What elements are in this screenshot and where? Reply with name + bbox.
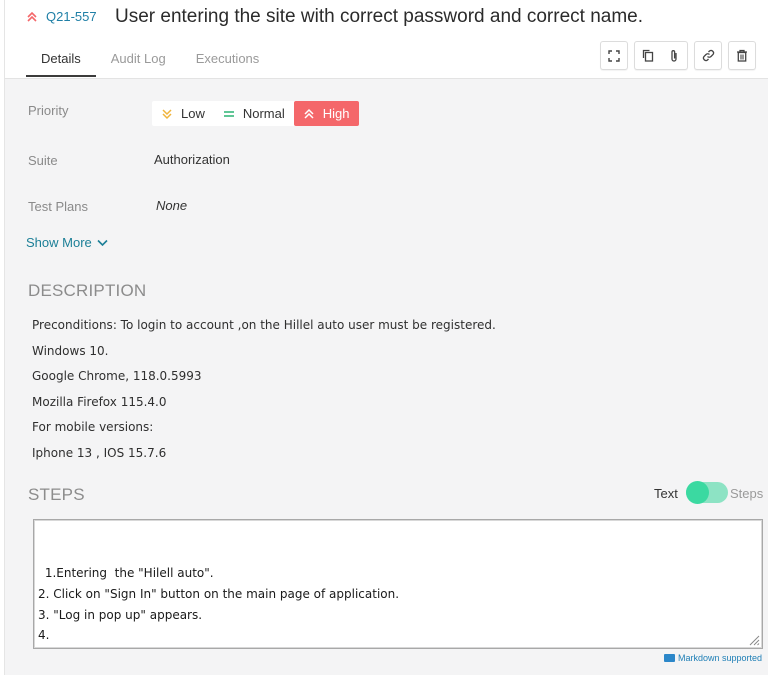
priority-low-option[interactable]: Low	[152, 101, 214, 126]
double-chevron-up-icon	[27, 11, 37, 22]
suite-label: Suite	[28, 153, 58, 168]
description-line: Iphone 13 , IOS 15.7.6	[32, 446, 167, 460]
markdown-supported-link[interactable]: Markdown supported	[663, 653, 762, 663]
toggle-knob	[686, 481, 709, 504]
tab-audit-log[interactable]: Audit Log	[96, 46, 181, 76]
delete-icon	[737, 49, 747, 62]
chevron-down-double-icon	[162, 108, 172, 119]
copy-attach-group	[634, 41, 688, 70]
attach-button[interactable]	[661, 42, 687, 69]
show-more-label: Show More	[26, 235, 92, 250]
markdown-supported-label: Markdown supported	[677, 653, 762, 663]
description-line: Windows 10.	[32, 344, 109, 358]
priority-high-option[interactable]: High	[293, 101, 359, 126]
issue-title[interactable]: User entering the site with correct pass…	[115, 6, 643, 28]
equals-icon	[223, 110, 234, 117]
step-line: 1.Entering the "Hilell auto".	[41, 566, 214, 580]
header: Q21-557 User entering the site with corr…	[5, 0, 768, 79]
test-plans-label: Test Plans	[28, 199, 88, 214]
description-line: Google Chrome, 118.0.5993	[32, 369, 202, 383]
description-line: Preconditions: To login to account ,on t…	[32, 318, 496, 332]
step-line: 3. "Log in pop up" appears.	[38, 608, 203, 622]
toggle-steps-label[interactable]: Steps	[730, 486, 763, 501]
steps-textarea[interactable]: 1.Entering the "Hilell auto". 2. Click o…	[33, 519, 763, 649]
step-line: 4.	[38, 628, 50, 642]
show-more-link[interactable]: Show More	[26, 235, 108, 250]
issue-key[interactable]: Q21-557	[46, 9, 97, 24]
priority-low-label: Low	[181, 106, 205, 121]
copy-button[interactable]	[635, 42, 661, 69]
chevron-up-double-icon	[304, 108, 314, 119]
suite-value[interactable]: Authorization	[154, 152, 230, 167]
test-case-panel: Q21-557 User entering the site with corr…	[4, 0, 768, 675]
tab-executions[interactable]: Executions	[181, 46, 275, 76]
steps-heading: STEPS	[28, 485, 85, 504]
tab-bar: Details Audit Log Executions	[26, 46, 274, 78]
tab-details[interactable]: Details	[26, 46, 96, 77]
priority-selector: Low Normal High	[152, 101, 359, 126]
attach-icon	[671, 49, 677, 62]
priority-label: Priority	[28, 103, 69, 118]
delete-button[interactable]	[728, 41, 756, 70]
priority-high-label: High	[322, 106, 350, 121]
description-heading: DESCRIPTION	[28, 281, 147, 300]
priority-normal-label: Normal	[242, 106, 285, 121]
text-steps-toggle[interactable]	[686, 481, 728, 504]
link-icon	[702, 49, 714, 62]
markdown-icon	[663, 654, 675, 662]
test-plans-value[interactable]: None	[156, 198, 187, 213]
copy-icon	[642, 49, 654, 62]
expand-icon	[608, 49, 620, 62]
priority-normal-option[interactable]: Normal	[214, 101, 294, 126]
link-button[interactable]	[694, 41, 722, 70]
description-line: For mobile versions:	[32, 420, 154, 434]
expand-button[interactable]	[600, 41, 628, 70]
resize-handle-icon[interactable]	[748, 634, 760, 646]
toggle-text-label[interactable]: Text	[654, 486, 678, 501]
chevron-down-icon	[97, 239, 108, 246]
description-line: Mozilla Firefox 115.4.0	[32, 395, 167, 409]
step-line: 2. Click on "Sign In" button on the main…	[38, 587, 400, 601]
toolbar	[600, 41, 756, 70]
